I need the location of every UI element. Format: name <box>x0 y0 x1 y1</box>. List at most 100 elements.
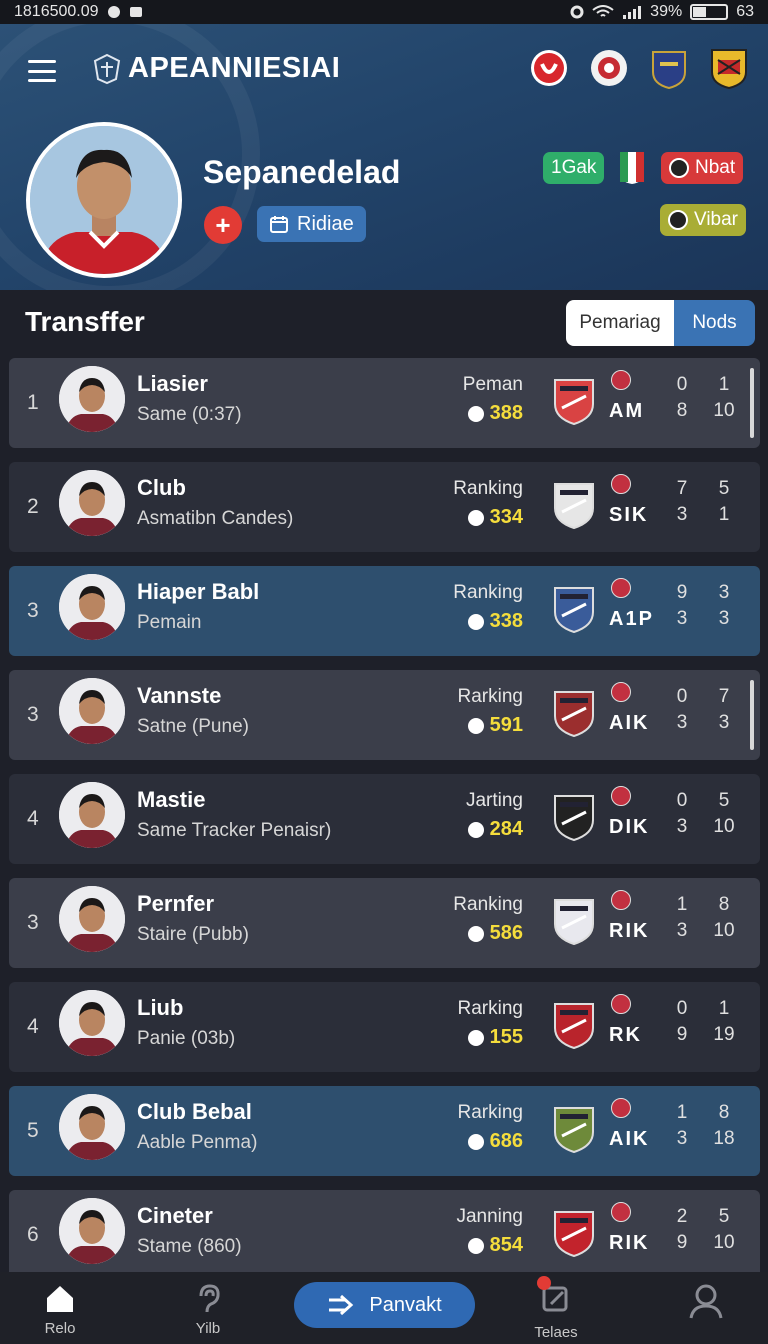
ball-icon <box>467 1133 484 1150</box>
rank-number: 4 <box>27 807 39 830</box>
club-logo-white-icon[interactable] <box>588 46 630 90</box>
nav-home[interactable]: Relo <box>15 1282 105 1337</box>
user-icon <box>689 1284 723 1319</box>
brand: APEANNIESIAI <box>92 52 340 85</box>
club-crest-icon <box>554 1211 594 1258</box>
stat-value: 5 <box>718 790 730 811</box>
club-code: RIK <box>609 1232 650 1254</box>
tag-yellow-dot-icon <box>668 210 688 230</box>
schedule-button[interactable]: Ridiae <box>257 206 366 242</box>
nav-yib-label: Yilb <box>195 1320 221 1337</box>
ball-icon <box>467 717 484 734</box>
score-value: 334 <box>489 506 523 528</box>
notification-badge <box>537 1276 551 1290</box>
status-bar: 1816500.09 39% 63 <box>0 0 768 24</box>
score: 586 <box>467 922 523 945</box>
brand-name: APEANNIESIAI <box>128 52 341 84</box>
player-subtitle: Satne (Pune) <box>137 716 249 737</box>
club-crest-icon <box>554 587 594 634</box>
stat-value: 3 <box>676 1128 688 1149</box>
tag-yellow[interactable]: Vibar <box>660 204 747 236</box>
club-code: A1P <box>609 608 654 630</box>
list-item[interactable]: 3 Vannste Satne (Pune) Rarking 591 AIK 0 7 3 3 <box>9 670 760 760</box>
list-item[interactable]: 2 Club Asmatibn Candes) Ranking 334 SIK 7 5 3 1 <box>9 462 760 552</box>
player-avatar <box>59 990 125 1056</box>
stat-value: 9 <box>676 582 688 603</box>
stat-value: 10 <box>713 920 735 941</box>
club-crest-icon <box>554 899 594 946</box>
list-item[interactable]: 5 Club Bebal Aable Penma) Rarking 686 AIK 1 8 3 1… <box>9 1086 760 1176</box>
player-subtitle: Staire (Pubb) <box>137 924 249 945</box>
nav-telaes[interactable]: Telaes <box>511 1276 601 1341</box>
ranking-label: Ranking <box>453 478 523 499</box>
score: 686 <box>467 1130 523 1153</box>
tag-green[interactable]: 1Gak <box>543 152 605 184</box>
segment-right[interactable]: Nods <box>674 300 755 346</box>
segment-left[interactable]: Pemariag <box>566 300 674 346</box>
stat-value: 5 <box>718 1206 730 1227</box>
list-item[interactable]: 6 Cineter Stame (860) Janning 854 RIK 2 5 9 10 <box>9 1190 760 1280</box>
stat-value: 3 <box>718 608 730 629</box>
mini-badge-icon <box>611 786 631 806</box>
player-subtitle: Pemain <box>137 612 202 633</box>
stat-value: 0 <box>676 686 688 707</box>
club-code: DIK <box>609 816 650 838</box>
ranking-label: Rarking <box>457 686 523 707</box>
status-left-text: 1816500.09 <box>14 3 99 20</box>
stat-value: 8 <box>718 894 730 915</box>
mini-badge-icon <box>611 682 631 702</box>
score: 854 <box>467 1234 523 1257</box>
menu-button[interactable] <box>28 60 56 82</box>
ball-icon <box>467 1237 484 1254</box>
club-crest-icon <box>554 1107 594 1154</box>
list-item[interactable]: 1 Liasier Same (0:37) Peman 388 AM 0 1 8 10 <box>9 358 760 448</box>
player-subtitle: Same Tracker Penaisr) <box>137 820 332 841</box>
tag-red[interactable]: Nbat <box>661 152 744 184</box>
rank-number: 5 <box>27 1119 39 1142</box>
club-logo-blue-icon[interactable] <box>648 46 690 90</box>
ranking-label: Jarting <box>465 790 523 811</box>
list-item[interactable]: 3 Hiaper Babl Pemain Ranking 338 A1P 9 3 3 3 <box>9 566 760 656</box>
club-crest-icon <box>554 795 594 842</box>
score: 155 <box>467 1026 523 1049</box>
player-avatar <box>59 1094 125 1160</box>
notification-icon <box>107 6 120 18</box>
scroll-indicator[interactable] <box>750 680 754 750</box>
nav-profile[interactable] <box>661 1282 751 1324</box>
ball-icon <box>467 509 484 526</box>
calendar-icon <box>270 216 288 233</box>
favorite-button[interactable]: + <box>204 206 242 244</box>
club-code: AIK <box>609 1128 650 1150</box>
player-name: Liasier <box>137 371 208 396</box>
segmented-control: Pemariag Nods <box>566 300 755 346</box>
score: 388 <box>467 402 523 425</box>
score-value: 155 <box>489 1026 523 1048</box>
score-value: 388 <box>489 402 523 424</box>
mini-badge-icon <box>611 1202 631 1222</box>
score: 334 <box>467 506 523 529</box>
club-logo-yellow-icon[interactable] <box>708 46 750 90</box>
player-subtitle: Asmatibn Candes) <box>137 508 294 529</box>
list-item[interactable]: 4 Liub Panie (03b) Rarking 155 RK 0 1 9 19 <box>9 982 760 1072</box>
player-avatar <box>59 470 125 536</box>
stat-value: 18 <box>713 1128 735 1149</box>
profile-avatar <box>26 122 182 278</box>
player-subtitle: Panie (03b) <box>137 1028 236 1049</box>
status-right-text: 63 <box>736 3 754 20</box>
scroll-indicator[interactable] <box>750 368 754 438</box>
stat-value: 3 <box>676 816 688 837</box>
score: 284 <box>467 818 523 841</box>
panvakt-button[interactable]: Panvakt <box>294 1282 475 1328</box>
mini-badge-icon <box>611 994 631 1014</box>
stat-value: 7 <box>718 686 730 707</box>
list-item[interactable]: 3 Pernfer Staire (Pubb) Ranking 586 RIK 1 8 3 10 <box>9 878 760 968</box>
list-item[interactable]: 4 Mastie Same Tracker Penaisr) Jarting 284 DI… <box>9 774 760 864</box>
stat-value: 1 <box>676 894 688 915</box>
rank-number: 3 <box>27 911 39 934</box>
rank-number: 6 <box>27 1223 39 1246</box>
stat-value: 3 <box>676 608 688 629</box>
mini-badge-icon <box>611 890 631 910</box>
nav-yib[interactable]: Yilb <box>163 1282 253 1337</box>
ranking-label: Peman <box>462 374 523 395</box>
club-logo-red-icon[interactable] <box>528 46 570 90</box>
